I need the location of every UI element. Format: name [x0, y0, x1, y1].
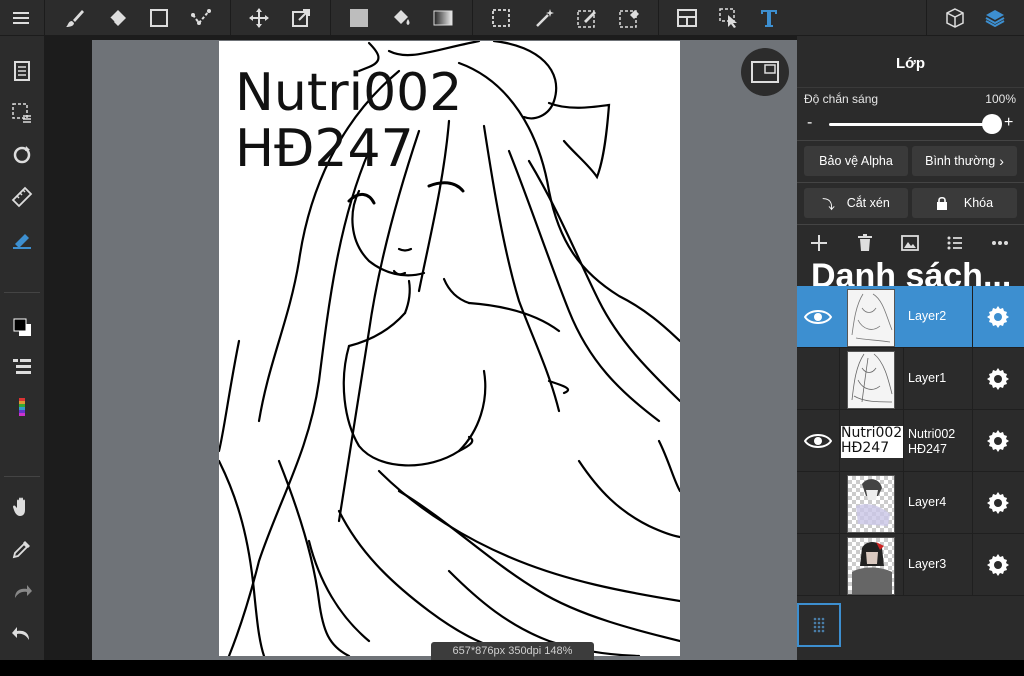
layer-row[interactable]: Layer4 — [797, 472, 1024, 534]
lock-button[interactable]: Khóa — [912, 188, 1017, 218]
move-icon[interactable] — [244, 3, 274, 33]
operation-icon[interactable] — [714, 3, 744, 33]
gear-icon[interactable] — [984, 551, 1012, 579]
grid-dots-icon — [813, 617, 825, 633]
clipping-icon: ⤵ — [822, 197, 835, 212]
opacity-increase-button[interactable]: + — [1004, 114, 1018, 134]
lock-label: Khóa — [963, 196, 994, 210]
opacity-label: Độ chắn sáng — [804, 92, 879, 106]
layers-icon[interactable] — [980, 3, 1010, 33]
3d-icon[interactable] — [940, 3, 970, 33]
top-toolbar — [0, 0, 1024, 36]
layer-thumbnail — [847, 537, 895, 595]
eraser-icon[interactable] — [102, 3, 132, 33]
medibang-app: Nutri002 HĐ247 657*876px 350dpi 148% Lớp… — [0, 0, 1024, 676]
gear-icon[interactable] — [984, 489, 1012, 517]
transform-icon[interactable] — [286, 3, 316, 33]
panel-title: Lớp — [797, 36, 1024, 88]
brush-icon[interactable] — [60, 3, 90, 33]
layer-panel-grip-button[interactable] — [797, 603, 841, 647]
menu-icon[interactable] — [6, 3, 36, 33]
select-layer-icon[interactable] — [7, 98, 37, 128]
layer-name: Layer1 — [908, 371, 947, 385]
opacity-value: 100% — [985, 92, 1016, 106]
add-layer-icon[interactable] — [806, 230, 832, 256]
navigator-icon — [751, 61, 779, 83]
navigator-button[interactable] — [741, 48, 789, 96]
select-rect-icon[interactable] — [486, 3, 516, 33]
opacity-decrease-button[interactable]: - — [807, 114, 821, 134]
alpha-protect-button[interactable]: Bảo vệ Alpha — [804, 146, 908, 176]
hand-icon[interactable] — [7, 492, 37, 522]
opacity-slider[interactable] — [829, 123, 992, 126]
layer-row[interactable]: Layer1 — [797, 348, 1024, 410]
bucket-icon[interactable] — [386, 3, 416, 33]
eyedropper-icon[interactable] — [7, 534, 37, 564]
layer-thumbnail — [847, 351, 895, 409]
clipping-button[interactable]: ⤵ Cắt xén — [804, 188, 908, 218]
canvas-status: 657*876px 350dpi 148% — [431, 642, 594, 660]
select-pen-icon[interactable] — [572, 3, 602, 33]
layer-row[interactable]: Nutri002 HĐ247 Nutri002 HĐ247 — [797, 410, 1024, 472]
bottom-bar — [0, 660, 1024, 676]
color-bar-icon[interactable] — [7, 392, 37, 422]
layer-name: Layer4 — [908, 495, 947, 509]
layer-thumbnail — [847, 289, 895, 347]
layer-list-icon[interactable] — [7, 352, 37, 382]
fill-color-icon[interactable] — [344, 3, 374, 33]
gear-icon[interactable] — [984, 427, 1012, 455]
layer-name: Nutri002 HĐ247 — [908, 427, 956, 456]
color-icon[interactable] — [7, 312, 37, 342]
layer-thumbnail-text: Nutri002 HĐ247 — [841, 426, 903, 458]
alpha-protect-label: Bảo vệ Alpha — [819, 154, 893, 168]
snap-pen-icon[interactable] — [7, 224, 37, 254]
visibility-hidden-icon[interactable] — [797, 534, 839, 596]
gradient-icon[interactable] — [428, 3, 458, 33]
layer-row[interactable]: Layer3 — [797, 534, 1024, 596]
chevron-right-icon: › — [999, 153, 1004, 169]
lock-icon — [936, 196, 947, 210]
left-toolbar — [0, 36, 44, 660]
layer-row[interactable]: Layer2 — [797, 286, 1024, 348]
layer-panel: Lớp Độ chắn sáng 100% - + Bảo vệ Alpha B… — [797, 36, 1024, 660]
drawing-canvas[interactable]: Nutri002 HĐ247 — [219, 41, 680, 656]
opacity-slider-knob[interactable] — [982, 114, 1002, 134]
undo-icon[interactable] — [7, 618, 37, 648]
image-layer-icon[interactable] — [897, 230, 923, 256]
gear-icon[interactable] — [984, 303, 1012, 331]
selection-shape-icon[interactable] — [186, 3, 216, 33]
rotate-icon[interactable] — [7, 140, 37, 170]
text-icon[interactable] — [754, 3, 784, 33]
more-icon[interactable] — [987, 230, 1013, 256]
visibility-eye-icon[interactable] — [797, 410, 839, 472]
canvas-text-layer: Nutri002 HĐ247 — [235, 63, 463, 179]
layer-menu-icon[interactable] — [7, 56, 37, 86]
visibility-eye-icon[interactable] — [797, 286, 839, 348]
magic-wand-icon[interactable] — [530, 3, 560, 33]
redo-icon[interactable] — [7, 576, 37, 606]
visibility-hidden-icon[interactable] — [797, 348, 839, 410]
select-eraser-icon[interactable] — [614, 3, 644, 33]
clipping-label: Cắt xén — [846, 196, 890, 210]
layer-name: Layer3 — [908, 557, 947, 571]
frame-icon[interactable] — [672, 3, 702, 33]
gear-icon[interactable] — [984, 365, 1012, 393]
visibility-hidden-icon[interactable] — [797, 472, 839, 534]
ruler-icon[interactable] — [7, 182, 37, 212]
layer-options-list-icon[interactable] — [942, 230, 968, 256]
layer-name: Layer2 — [908, 309, 947, 323]
blend-mode-label: Bình thường — [925, 154, 996, 168]
layer-thumbnail — [847, 475, 895, 533]
blend-mode-select[interactable]: Bình thường › — [912, 146, 1017, 176]
delete-layer-icon[interactable] — [852, 230, 878, 256]
rectangle-icon[interactable] — [144, 3, 174, 33]
